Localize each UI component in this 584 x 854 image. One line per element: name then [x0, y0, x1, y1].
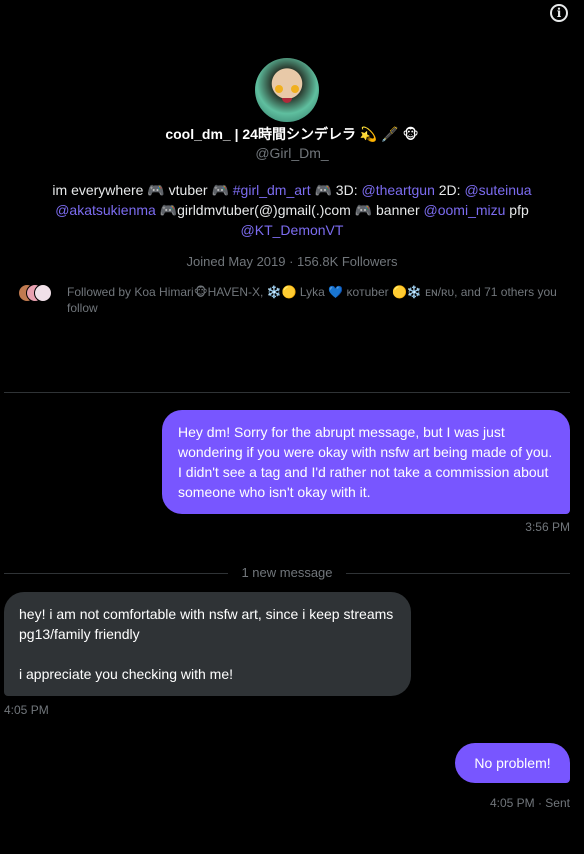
bio-hashtag-link[interactable]: #girl_dm_art — [233, 182, 311, 198]
profile-joined-followers: Joined May 2019 · 156.8K Followers — [186, 254, 398, 269]
info-icon[interactable]: i — [550, 4, 568, 22]
message-bubble-outgoing[interactable]: No problem! — [455, 743, 570, 783]
message-bubble-outgoing[interactable]: Hey dm! Sorry for the abrupt message, bu… — [162, 410, 570, 514]
followed-by-text: Followed by Koa Himari🐵HAVEN-X, ❄️🟡 Lyka… — [67, 285, 557, 315]
bio-text: pfp — [505, 202, 529, 218]
profile-bio: im everywhere 🎮 vtuber 🎮 #girl_dm_art 🎮 … — [20, 180, 564, 240]
message-timestamp-sent: 4:05 PM · Sent — [489, 796, 570, 810]
bio-mention-pfp-link[interactable]: @KT_DemonVT — [241, 222, 344, 238]
avatar[interactable] — [255, 58, 319, 122]
bio-mention-2d-link[interactable]: @suteinua — [464, 182, 531, 198]
bio-mention-3d-link[interactable]: @theartgun — [361, 182, 434, 198]
profile-display-name[interactable]: cool_dm_ | 24時間シンデレラ 💫 🖋️ 🐵 — [0, 124, 584, 144]
avatar-eye — [291, 85, 299, 93]
divider — [4, 392, 570, 393]
bio-text: 🎮girldmvtuber(@)gmail(.)com 🎮 banner — [155, 202, 424, 218]
bio-mention-banner-link[interactable]: @oomi_mizu — [424, 202, 506, 218]
message-text: i appreciate you checking with me! — [19, 666, 233, 682]
separator-line — [346, 573, 570, 574]
bio-text: im everywhere 🎮 vtuber 🎮 — [52, 182, 233, 198]
bio-mention-2d-link[interactable]: @akatsukienma — [55, 202, 156, 218]
message-timestamp: 3:56 PM — [525, 520, 570, 534]
message-text: hey! i am not comfortable with nsfw art,… — [19, 606, 394, 642]
message-timestamp: 4:05 PM — [4, 703, 49, 717]
follower-avatar — [34, 284, 52, 302]
follower-avatars — [18, 284, 54, 302]
message-bubble-incoming[interactable]: hey! i am not comfortable with nsfw art,… — [4, 592, 411, 696]
avatar-mouth — [282, 98, 292, 103]
new-message-separator: 1 new message — [4, 565, 570, 581]
bio-text: 🎮 3D: — [310, 182, 362, 198]
dm-conversation: i cool_dm_ | 24時間シンデレラ 💫 🖋️ 🐵 @Girl_Dm_ … — [0, 0, 584, 854]
bio-text: 2D: — [434, 182, 465, 198]
avatar-eye — [275, 85, 283, 93]
profile-handle[interactable]: @Girl_Dm_ — [0, 145, 584, 161]
